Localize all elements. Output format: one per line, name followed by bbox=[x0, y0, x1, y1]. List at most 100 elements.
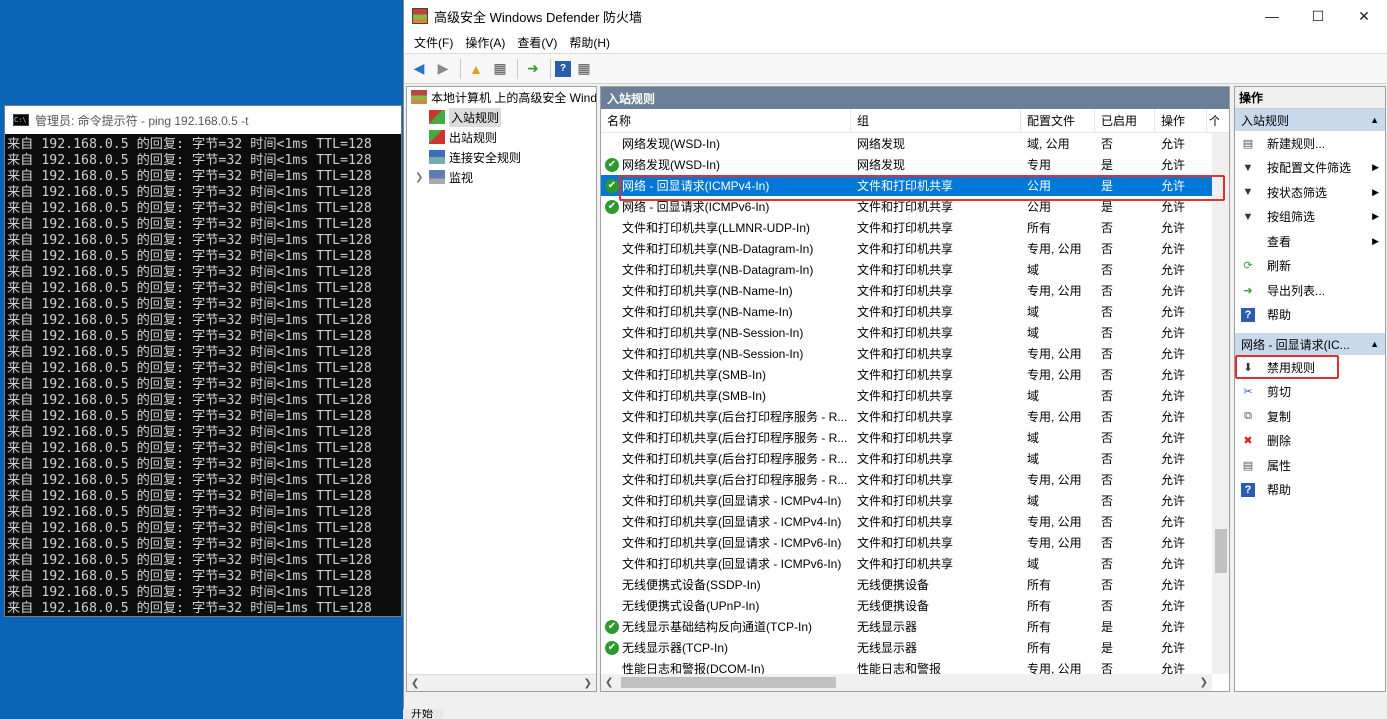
help-icon: ? bbox=[1241, 482, 1255, 497]
action-disable-rule[interactable]: ⬇ 禁用规则 bbox=[1235, 355, 1385, 380]
properties-icon: ▤ bbox=[1242, 459, 1254, 472]
back-icon[interactable]: ◀ bbox=[408, 58, 430, 80]
rule-profile: 所有 bbox=[1027, 221, 1052, 235]
rule-row[interactable]: 文件和打印机共享(后台打印程序服务 - R... 文件和打印机共享 专用, 公用 否 允… bbox=[601, 469, 1229, 490]
action-view[interactable]: 查看 ▶ bbox=[1235, 229, 1385, 254]
close-icon[interactable]: ✕ bbox=[1341, 0, 1387, 32]
cmd-line: 来自 192.168.0.5 的回复: 字节=32 时间<1ms TTL=128 bbox=[7, 217, 372, 232]
cmd-window[interactable]: C:\ 管理员: 命令提示符 - ping 192.168.0.5 -t 来自 … bbox=[4, 105, 402, 617]
enabled-check-icon: ✔ bbox=[605, 199, 619, 214]
action-copy[interactable]: ⧉ 复制 bbox=[1235, 404, 1385, 429]
rule-row[interactable]: 文件和打印机共享(回显请求 - ICMPv6-In) 文件和打印机共享 域 否 允许 bbox=[601, 553, 1229, 574]
rules-horizontal-scrollbar[interactable]: ❮ ❯ bbox=[601, 674, 1212, 691]
firewall-window[interactable]: 高级安全 Windows Defender 防火墙 — ☐ ✕ 文件(F) 操作… bbox=[403, 0, 1387, 719]
collapse-icon[interactable]: ▲ bbox=[1370, 115, 1379, 125]
tree-inbound-rules[interactable]: 入站规则 bbox=[407, 107, 596, 127]
rule-enabled: 是 bbox=[1101, 200, 1114, 214]
export-list-icon[interactable]: ➜ bbox=[522, 58, 544, 80]
rule-row[interactable]: ✔ 无线显示器(TCP-In) 无线显示器 所有 是 允许 bbox=[601, 637, 1229, 658]
rule-name: 网络发现(WSD-In) bbox=[622, 137, 720, 151]
rule-row[interactable]: 文件和打印机共享(后台打印程序服务 - R... 文件和打印机共享 域 否 允许 bbox=[601, 427, 1229, 448]
menu-action[interactable]: 操作(A) bbox=[459, 34, 511, 51]
cmd-titlebar[interactable]: C:\ 管理员: 命令提示符 - ping 192.168.0.5 -t bbox=[5, 106, 401, 134]
menu-help[interactable]: 帮助(H) bbox=[563, 34, 616, 51]
rule-row[interactable]: 文件和打印机共享(回显请求 - ICMPv4-In) 文件和打印机共享 专用, 公用… bbox=[601, 511, 1229, 532]
expand-arrow-icon[interactable]: ❯ bbox=[415, 172, 429, 183]
rule-row[interactable]: 文件和打印机共享(NB-Name-In) 文件和打印机共享 域 否 允许 bbox=[601, 301, 1229, 322]
column-overflow[interactable]: 个 bbox=[1207, 109, 1219, 133]
column-name[interactable]: 名称 bbox=[601, 108, 851, 133]
column-group[interactable]: 组 bbox=[851, 108, 1021, 133]
cmd-icon: C:\ bbox=[13, 114, 29, 126]
tree-connection-security-rules[interactable]: 连接安全规则 bbox=[407, 147, 596, 167]
actions-group-inbound[interactable]: 入站规则 ▲ bbox=[1235, 109, 1385, 131]
column-action[interactable]: 操作 bbox=[1155, 108, 1207, 133]
action-refresh[interactable]: ⟳ 刷新 bbox=[1235, 254, 1385, 279]
rule-row[interactable]: 文件和打印机共享(NB-Name-In) 文件和打印机共享 专用, 公用 否 允许 bbox=[601, 280, 1229, 301]
rule-enabled: 否 bbox=[1101, 494, 1114, 508]
rule-row[interactable]: 无线便携式设备(UPnP-In) 无线便携设备 所有 否 允许 bbox=[601, 595, 1229, 616]
show-hide-tree-icon[interactable]: ▦ bbox=[489, 58, 511, 80]
action-filter[interactable]: ▼ 按组筛选 ▶ bbox=[1235, 205, 1385, 230]
action-cut[interactable]: ✂ 剪切 bbox=[1235, 380, 1385, 405]
filter-icon: ▼ bbox=[1242, 186, 1254, 199]
column-enabled[interactable]: 已启用 bbox=[1095, 108, 1155, 133]
rule-row[interactable]: 文件和打印机共享(后台打印程序服务 - R... 文件和打印机共享 专用, 公用 否 允… bbox=[601, 406, 1229, 427]
action-new-rule[interactable]: ▤ 新建规则... bbox=[1235, 131, 1385, 156]
rule-row[interactable]: 无线便携式设备(SSDP-In) 无线便携设备 所有 否 允许 bbox=[601, 574, 1229, 595]
rule-profile: 专用, 公用 bbox=[1027, 242, 1082, 256]
rule-row[interactable]: 文件和打印机共享(后台打印程序服务 - R... 文件和打印机共享 域 否 允许 bbox=[601, 448, 1229, 469]
rule-group: 无线显示器 bbox=[857, 620, 918, 634]
fw-titlebar[interactable]: 高级安全 Windows Defender 防火墙 — ☐ ✕ bbox=[404, 0, 1387, 32]
tree-horizontal-scrollbar[interactable]: ❮ ❯ bbox=[407, 674, 596, 691]
column-profile[interactable]: 配置文件 bbox=[1021, 108, 1095, 133]
rule-row[interactable]: 网络发现(WSD-In) 网络发现 域, 公用 否 允许 bbox=[601, 133, 1229, 154]
start-button[interactable]: 开始 bbox=[403, 709, 443, 719]
new-rule-icon: ▤ bbox=[1242, 137, 1254, 150]
rule-row[interactable]: 文件和打印机共享(NB-Datagram-In) 文件和打印机共享 专用, 公用 否 允… bbox=[601, 238, 1229, 259]
action-filter[interactable]: ▼ 按配置文件筛选 ▶ bbox=[1235, 156, 1385, 181]
action-delete[interactable]: ✖ 删除 bbox=[1235, 429, 1385, 454]
rule-row[interactable]: 文件和打印机共享(SMB-In) 文件和打印机共享 域 否 允许 bbox=[601, 385, 1229, 406]
rule-row[interactable]: 文件和打印机共享(回显请求 - ICMPv4-In) 文件和打印机共享 域 否 允许 bbox=[601, 490, 1229, 511]
actions-group-selected-rule[interactable]: 网络 - 回显请求(IC... ▲ bbox=[1235, 333, 1385, 355]
rule-row[interactable]: 文件和打印机共享(NB-Session-In) 文件和打印机共享 域 否 允许 bbox=[601, 322, 1229, 343]
rule-row[interactable]: ✔ 网络 - 回显请求(ICMPv4-In) 文件和打印机共享 公用 是 允许 bbox=[601, 175, 1229, 196]
rules-vertical-scrollbar[interactable] bbox=[1212, 133, 1229, 674]
cmd-line: 来自 192.168.0.5 的回复: 字节=32 时间<1ms TTL=128 bbox=[7, 393, 372, 408]
scroll-right-icon[interactable]: ❯ bbox=[1200, 677, 1208, 688]
rule-row[interactable]: 文件和打印机共享(LLMNR-UDP-In) 文件和打印机共享 所有 否 允许 bbox=[601, 217, 1229, 238]
scroll-right-icon[interactable]: ❯ bbox=[584, 678, 592, 689]
action-filter[interactable]: ▼ 按状态筛选 ▶ bbox=[1235, 180, 1385, 205]
rule-row[interactable]: ✔ 网络 - 回显请求(ICMPv6-In) 文件和打印机共享 公用 是 允许 bbox=[601, 196, 1229, 217]
rule-row[interactable]: 文件和打印机共享(回显请求 - ICMPv6-In) 文件和打印机共享 专用, 公用… bbox=[601, 532, 1229, 553]
action-help[interactable]: ? 帮助 bbox=[1235, 303, 1385, 328]
minimize-icon[interactable]: — bbox=[1249, 0, 1295, 32]
rule-row[interactable]: 文件和打印机共享(NB-Datagram-In) 文件和打印机共享 域 否 允许 bbox=[601, 259, 1229, 280]
horizontal-scroll-thumb[interactable] bbox=[621, 677, 836, 688]
cmd-line: 来自 192.168.0.5 的回复: 字节=32 时间=1ms TTL=128 bbox=[7, 601, 372, 616]
collapse-icon[interactable]: ▲ bbox=[1370, 339, 1379, 349]
tree-outbound-rules[interactable]: 出站规则 bbox=[407, 127, 596, 147]
tree-root[interactable]: 本地计算机 上的高级安全 Windows Defender 防火墙 bbox=[407, 87, 596, 107]
action-export[interactable]: ➜ 导出列表... bbox=[1235, 278, 1385, 303]
rule-row[interactable]: ✔ 网络发现(WSD-In) 网络发现 专用 是 允许 bbox=[601, 154, 1229, 175]
maximize-icon[interactable]: ☐ bbox=[1295, 0, 1341, 32]
action-properties[interactable]: ▤ 属性 bbox=[1235, 453, 1385, 478]
up-folder-icon[interactable]: ▲ bbox=[465, 58, 487, 80]
forward-icon[interactable]: ▶ bbox=[432, 58, 454, 80]
vertical-scroll-thumb[interactable] bbox=[1215, 529, 1227, 573]
menu-file[interactable]: 文件(F) bbox=[408, 34, 459, 51]
menu-view[interactable]: 查看(V) bbox=[511, 34, 563, 51]
rule-row[interactable]: ✔ 无线显示基础结构反向通道(TCP-In) 无线显示器 所有 是 允许 bbox=[601, 616, 1229, 637]
show-hide-action-pane-icon[interactable]: ▦ bbox=[573, 58, 595, 80]
action-help[interactable]: ? 帮助 bbox=[1235, 478, 1385, 503]
fw-title: 高级安全 Windows Defender 防火墙 bbox=[434, 9, 643, 25]
scroll-left-icon[interactable]: ❮ bbox=[411, 678, 419, 689]
help-icon[interactable]: ? bbox=[555, 60, 571, 77]
scroll-left-icon[interactable]: ❮ bbox=[605, 677, 613, 688]
rule-row[interactable]: 文件和打印机共享(NB-Session-In) 文件和打印机共享 专用, 公用 否 允许 bbox=[601, 343, 1229, 364]
tree-monitor[interactable]: ❯ 监视 bbox=[407, 167, 596, 187]
rule-row[interactable]: 文件和打印机共享(SMB-In) 文件和打印机共享 专用, 公用 否 允许 bbox=[601, 364, 1229, 385]
rule-group: 无线便携设备 bbox=[857, 578, 930, 592]
